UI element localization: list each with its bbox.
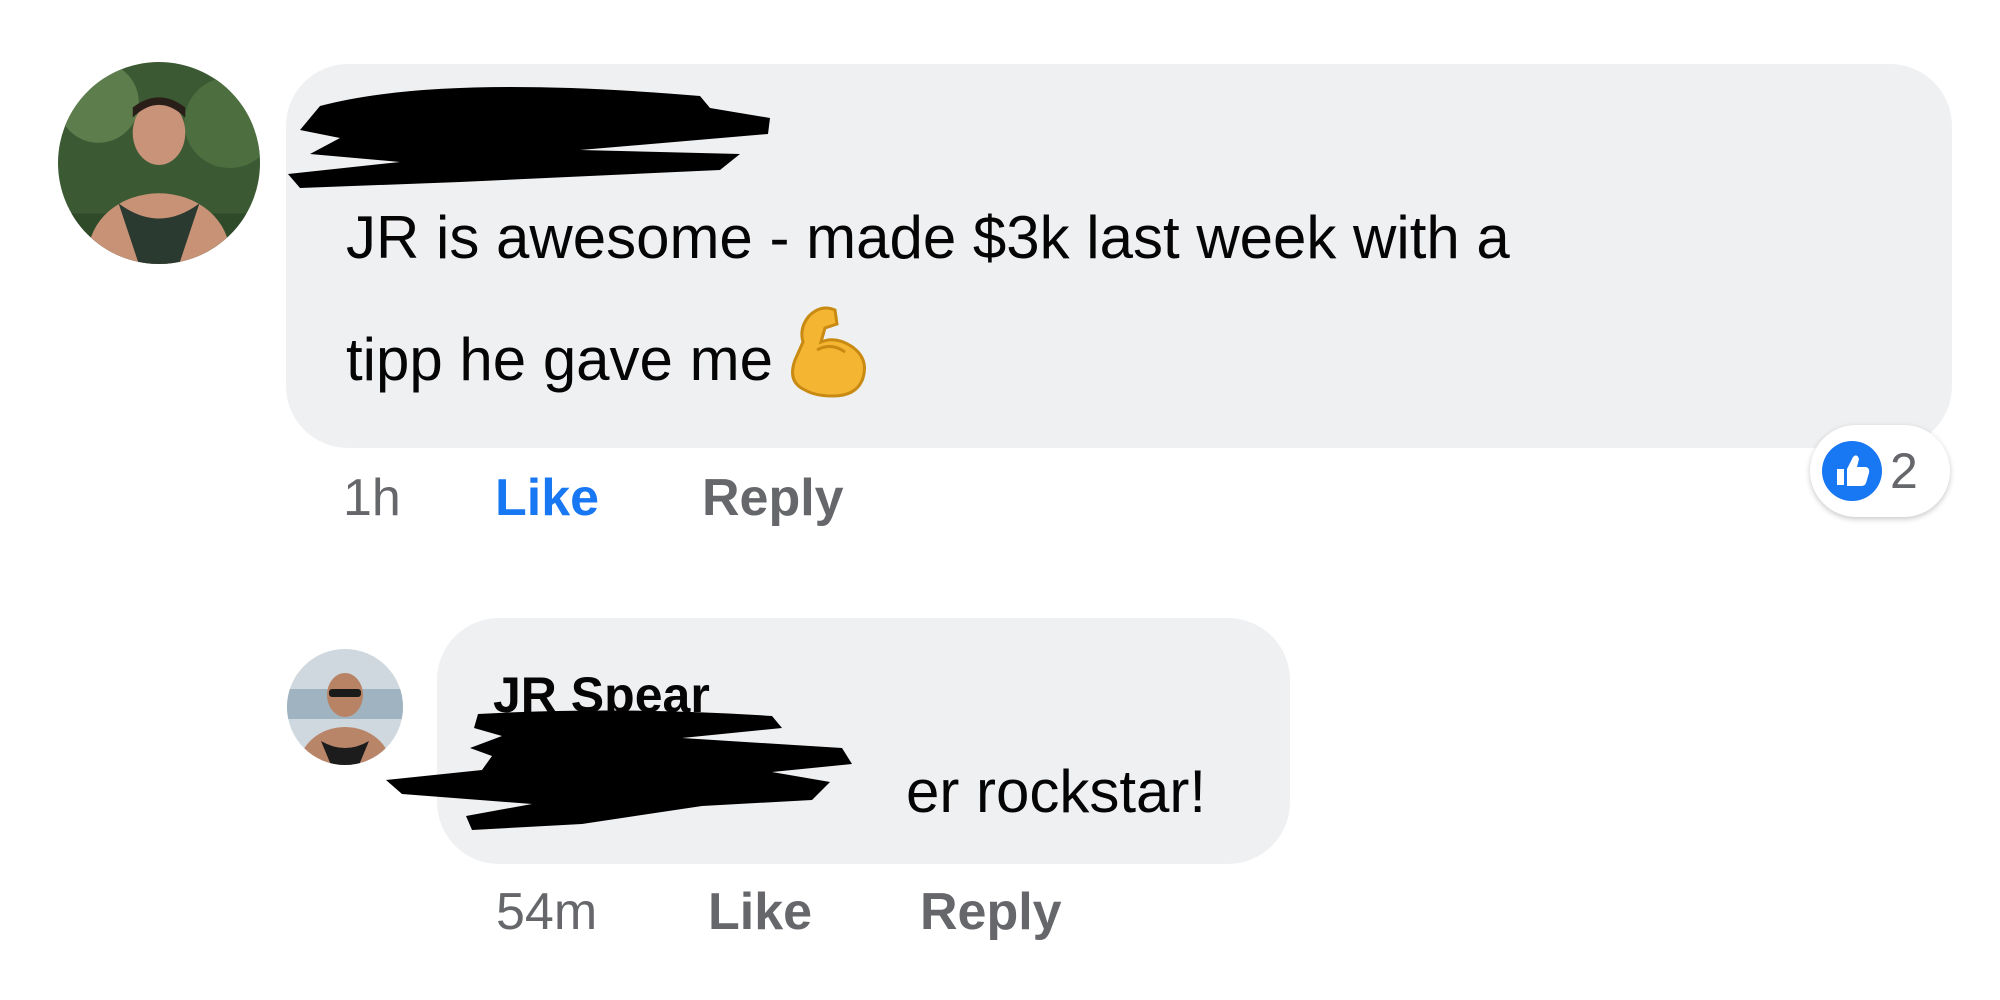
commenter-avatar[interactable]	[58, 62, 260, 264]
comment-text-line: tipp he gave me	[346, 299, 871, 421]
flexed-biceps-icon	[791, 306, 866, 398]
reaction-badge[interactable]: 2	[1810, 425, 1950, 517]
avatar-photo-icon	[58, 62, 260, 264]
reply-button[interactable]: Reply	[702, 468, 844, 528]
reply-timestamp: 54m	[496, 883, 598, 941]
reaction-count: 2	[1890, 443, 1918, 499]
comment-text-fragment: tipp he gave me	[346, 326, 773, 393]
reply-button[interactable]: Reply	[920, 882, 1062, 942]
comment-timestamp: 1h	[343, 469, 401, 527]
like-button[interactable]: Like	[708, 882, 812, 942]
comment-text-line: JR is awesome - made $3k last week with …	[346, 204, 1510, 271]
like-thumb-icon	[1822, 441, 1882, 501]
redaction-mark	[386, 710, 852, 830]
reply-text: er rockstar!	[906, 758, 1207, 825]
like-button[interactable]: Like	[495, 468, 599, 528]
